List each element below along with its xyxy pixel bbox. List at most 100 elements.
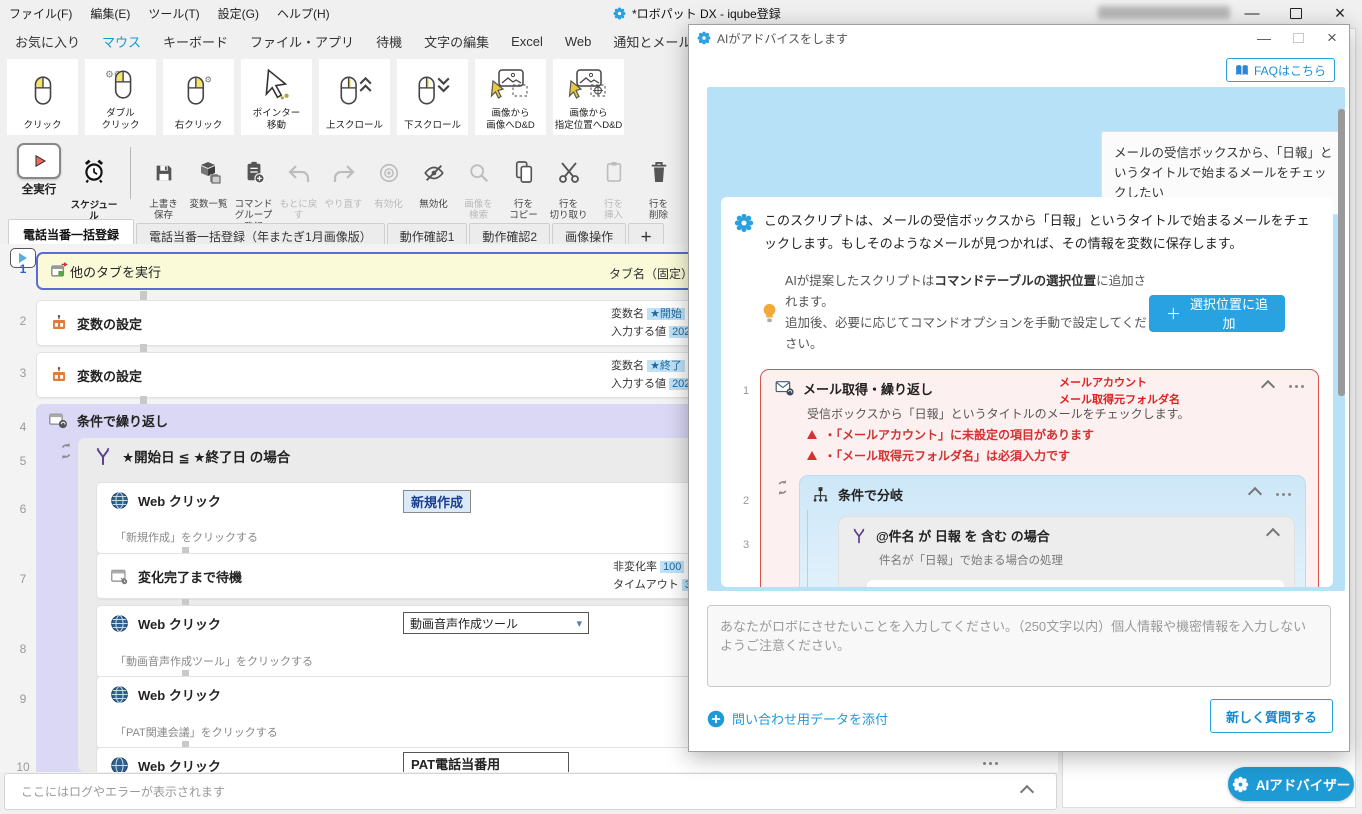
tool-click[interactable]: クリック bbox=[7, 59, 78, 135]
command-title: Web クリック bbox=[138, 494, 221, 509]
preview-branch-container[interactable]: 条件で分岐 @件名 が 日報 を 含む の場合 件名が「日報」で始まる場合の処理 bbox=[799, 474, 1306, 587]
menu-file[interactable]: ファイル(F) bbox=[0, 5, 81, 22]
ai-advisor-button[interactable]: AIアドバイザー bbox=[1228, 767, 1354, 801]
command-description: 「動画音声作成ツール」をクリックする bbox=[115, 656, 313, 668]
disable-button[interactable]: 無効化 bbox=[411, 143, 456, 210]
save-button[interactable]: 上書き 保存 bbox=[141, 143, 186, 222]
log-bar[interactable]: ここにはログやエラーが表示されます bbox=[4, 773, 1057, 810]
tool-right-click[interactable]: ⚙ 右クリック bbox=[163, 59, 234, 135]
preview-mail-loop-row[interactable]: メール取得・繰り返し メールアカウント メール取得元フォルダ名 受信ボックスから… bbox=[760, 368, 1319, 587]
command-group-icon bbox=[231, 154, 276, 184]
command-title: 変化完了まで待機 bbox=[138, 569, 243, 585]
collapse-icon[interactable] bbox=[1265, 527, 1281, 542]
variable-list-icon bbox=[186, 154, 231, 184]
run-all-button[interactable]: 全実行 bbox=[12, 143, 66, 197]
menu-help[interactable]: ヘルプ(H) bbox=[268, 5, 339, 22]
new-question-button[interactable]: 新しく質問する bbox=[1209, 699, 1333, 733]
book-icon bbox=[1235, 64, 1249, 77]
ai-prompt-input[interactable] bbox=[707, 605, 1331, 687]
ribbon-tools: クリック ⚙⚙ ダブル クリック ⚙ 右クリック ポインター 移動 上スクロール… bbox=[7, 59, 624, 135]
mouse-click-icon bbox=[28, 59, 58, 120]
collapse-icon[interactable] bbox=[1019, 784, 1035, 799]
minimize-button[interactable]: — bbox=[1247, 25, 1281, 51]
preview-condition-container[interactable]: @件名 が 日報 を 含む の場合 件名が「日報」で始まる場合の処理 アラート bbox=[838, 515, 1295, 587]
close-button[interactable]: × bbox=[1315, 25, 1349, 51]
tool-image-to-image-dnd[interactable]: 画像から 画像へD&D bbox=[475, 59, 546, 135]
tool-double-click[interactable]: ⚙⚙ ダブル クリック bbox=[85, 59, 156, 135]
web-globe-icon bbox=[110, 614, 129, 633]
missing-option-labels: メールアカウント メール取得元フォルダ名 bbox=[1059, 376, 1180, 406]
ribbon-tab-web[interactable]: Web bbox=[554, 34, 603, 49]
command-title: メール取得・繰り返し bbox=[803, 381, 934, 397]
command-title: 他のタブを実行 bbox=[70, 264, 162, 280]
restore-button[interactable] bbox=[1274, 0, 1318, 26]
tool-scroll-up[interactable]: 上スクロール bbox=[319, 59, 390, 135]
lightbulb-icon bbox=[762, 303, 777, 323]
variable-list-button[interactable]: 変数一覧 bbox=[186, 143, 231, 210]
more-icon[interactable] bbox=[1289, 385, 1304, 388]
more-icon[interactable] bbox=[1276, 492, 1291, 496]
ai-window-titlebar: AIがアドバイスをします — × bbox=[689, 25, 1349, 51]
log-placeholder: ここにはログやエラーが表示されます bbox=[21, 785, 226, 799]
web-globe-icon bbox=[110, 756, 129, 772]
target-select[interactable]: 動画音声作成ツール ▾ bbox=[403, 612, 589, 634]
chevron-down-icon: ▾ bbox=[576, 617, 582, 630]
row-number: 5 bbox=[19, 454, 27, 468]
chat-scrollbar[interactable] bbox=[1338, 109, 1345, 396]
copy-row-button[interactable]: 行を コピー bbox=[501, 143, 546, 222]
tool-scroll-down[interactable]: 下スクロール bbox=[397, 59, 468, 135]
command-description: 受信ボックスから「日報」というタイトルのメールをチェックします。 bbox=[807, 406, 1190, 421]
cut-row-button[interactable]: 行を 切り取り bbox=[546, 143, 591, 222]
svg-text:⚙: ⚙ bbox=[204, 74, 212, 84]
close-button[interactable]: × bbox=[1318, 0, 1362, 26]
delete-row-button[interactable]: 行を 削除 bbox=[636, 143, 681, 222]
ribbon-tab-wait[interactable]: 待機 bbox=[365, 32, 413, 51]
add-to-position-button[interactable]: ＋ 選択位置に追加 bbox=[1148, 294, 1285, 332]
ribbon-tab-mouse[interactable]: マウス bbox=[91, 32, 152, 51]
variable-box-icon bbox=[50, 314, 68, 332]
loop-icon bbox=[58, 442, 74, 460]
command-row-condition[interactable]: ★開始日 ≦ ★終了日 の場合 bbox=[94, 446, 290, 466]
warning-message: ・「メールアカウント」に未設定の項目があります bbox=[807, 426, 1306, 443]
tool-image-to-position-dnd[interactable]: 画像から 指定位置へD&D bbox=[553, 59, 624, 135]
menu-settings[interactable]: 設定(G) bbox=[209, 5, 268, 22]
faq-button[interactable]: FAQはこちら bbox=[1225, 58, 1335, 82]
minimize-button[interactable]: — bbox=[1230, 0, 1274, 26]
command-title: 変数の設定 bbox=[77, 316, 143, 332]
collapse-icon[interactable] bbox=[1260, 379, 1276, 394]
plus-circle-icon bbox=[707, 710, 725, 728]
preview-alert-row[interactable]: アラート メッセージ 「日報」というタイ bbox=[867, 579, 1284, 587]
image-search-button: 画像を 検索 bbox=[456, 143, 501, 222]
ribbon-tab-file-app[interactable]: ファイル・アプリ bbox=[239, 32, 365, 51]
copy-icon bbox=[501, 154, 546, 184]
menu-edit[interactable]: 編集(E) bbox=[81, 5, 139, 22]
more-icon[interactable] bbox=[983, 762, 998, 765]
target-image-chip[interactable]: PAT電話当番用 bbox=[403, 752, 569, 772]
ribbon-tab-text-edit[interactable]: 文字の編集 bbox=[413, 32, 500, 51]
ai-response: このスクリプトは、メールの受信ボックスから「日報」というタイトルで始まるメールを… bbox=[721, 197, 1333, 587]
ai-gear-icon bbox=[697, 31, 711, 45]
tree-guide-line bbox=[807, 509, 808, 587]
ribbon-tab-excel[interactable]: Excel bbox=[500, 34, 554, 49]
row-number: 10 bbox=[16, 760, 30, 772]
ribbon-tab-favorites[interactable]: お気に入り bbox=[4, 32, 91, 51]
image-position-dnd-icon bbox=[567, 59, 611, 108]
ribbon-tab-keyboard[interactable]: キーボード bbox=[152, 32, 239, 51]
target-image-chip[interactable]: 新規作成 bbox=[403, 490, 472, 513]
tool-pointer-move[interactable]: ポインター 移動 bbox=[241, 59, 312, 135]
redacted-account-text bbox=[1098, 6, 1230, 19]
menu-tools[interactable]: ツール(T) bbox=[139, 5, 208, 22]
row-number: 2 bbox=[19, 314, 27, 328]
ai-advisor-window: AIがアドバイスをします — × FAQはこちら メールの受信ボックスから、「日… bbox=[688, 24, 1350, 752]
attach-data-link[interactable]: 問い合わせ用データを添付 bbox=[707, 709, 888, 728]
row-connector bbox=[140, 291, 147, 300]
option-value: ★終了 bbox=[647, 360, 685, 372]
plus-icon: ＋ bbox=[1165, 305, 1181, 323]
collapse-icon[interactable] bbox=[1247, 486, 1263, 502]
disable-icon bbox=[411, 154, 456, 184]
ai-chat-area: メールの受信ボックスから、「日報」というタイトルで始まるメールをチェックしたい … bbox=[707, 87, 1345, 591]
option-value: ★開始 bbox=[647, 308, 685, 320]
alarm-clock-icon bbox=[66, 154, 122, 188]
command-description: 「PAT関連会議」をクリックする bbox=[115, 727, 278, 739]
tip-row: AIが提案したスクリプトはコマンドテーブルの選択位置に追加されます。 追加後、必… bbox=[734, 271, 1319, 356]
